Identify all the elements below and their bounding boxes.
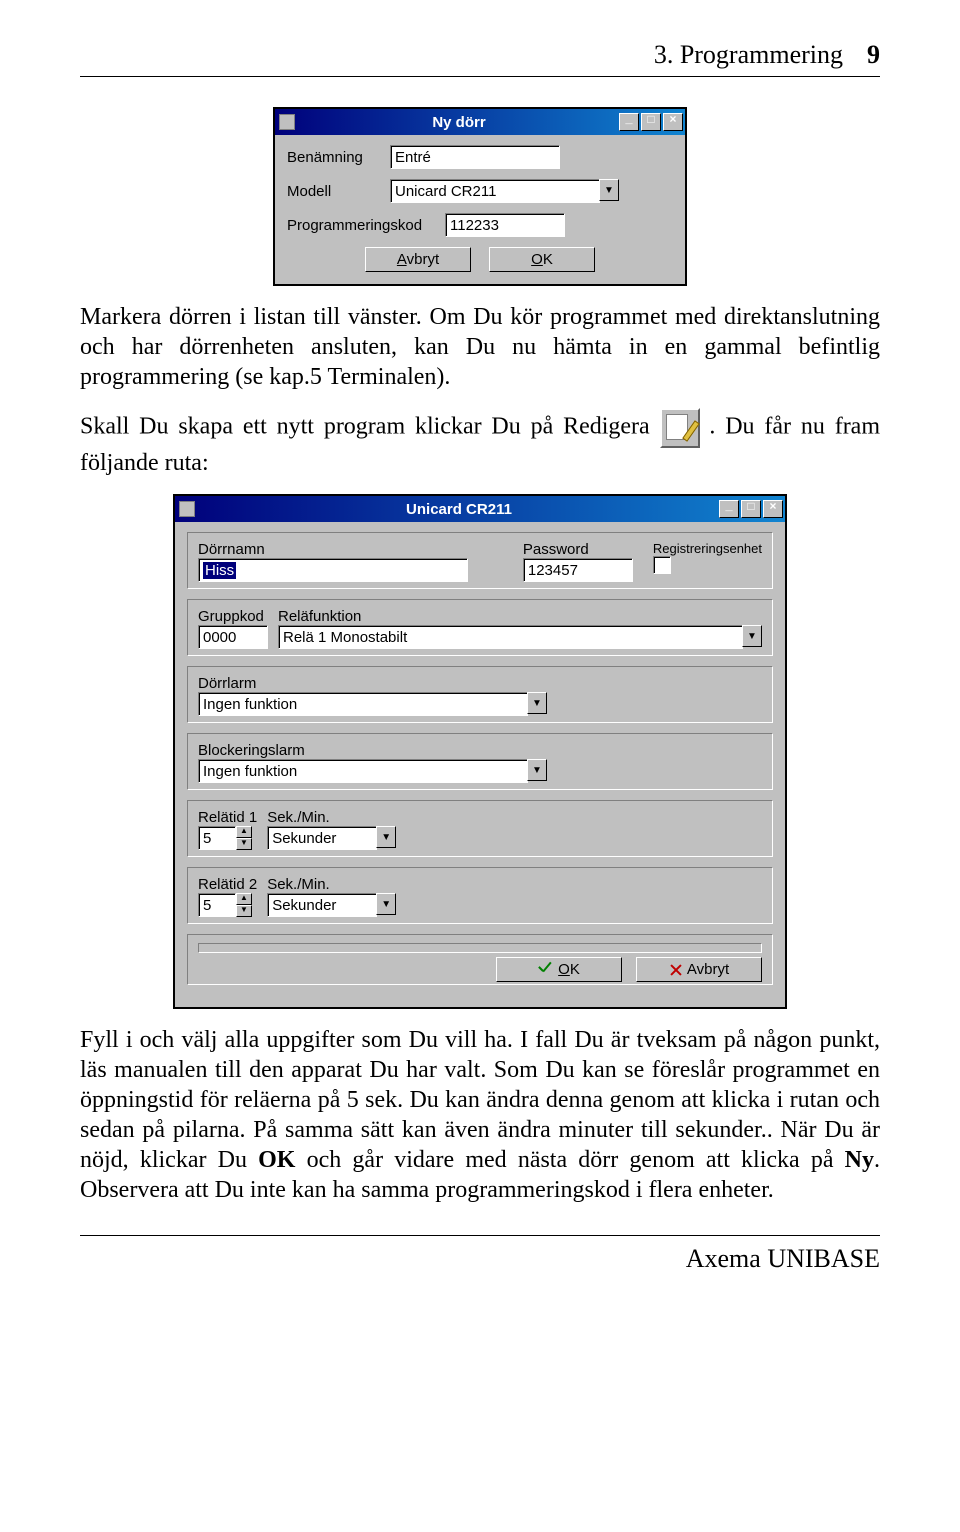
- select-sekmin1[interactable]: Sekunder: [267, 826, 377, 850]
- chevron-down-icon[interactable]: ▼: [742, 625, 762, 647]
- checkbox-regenhet[interactable]: [653, 556, 671, 574]
- cancel-button[interactable]: Avbryt: [636, 957, 762, 982]
- window-icon: [279, 114, 295, 130]
- page-header-title: 3. Programmering: [654, 40, 843, 70]
- select-blockeringslarm[interactable]: Ingen funktion: [198, 759, 528, 783]
- input-relatid1[interactable]: 5: [198, 826, 236, 850]
- spin-up-icon[interactable]: ▲: [236, 826, 252, 838]
- label-gruppkod: Gruppkod: [198, 608, 268, 625]
- label-blockeringslarm: Blockeringslarm: [198, 742, 762, 759]
- maximize-button[interactable]: □: [741, 500, 761, 518]
- label-relafunktion: Reläfunktion: [278, 608, 762, 625]
- footer-text: Axema UNIBASE: [80, 1244, 880, 1274]
- select-modell[interactable]: Unicard CR211: [390, 179, 600, 203]
- select-relafunktion[interactable]: Relä 1 Monostabilt: [278, 625, 743, 649]
- minimize-button[interactable]: _: [619, 113, 639, 131]
- window-icon: [179, 501, 195, 517]
- input-relatid2[interactable]: 5: [198, 893, 236, 917]
- input-dorrnamn[interactable]: Hiss: [198, 558, 468, 582]
- edit-icon: [660, 408, 700, 448]
- cancel-button[interactable]: Avbryt: [365, 247, 471, 272]
- label-dorrnamn: Dörrnamn: [198, 541, 503, 558]
- titlebar-text: Unicard CR211: [199, 501, 719, 518]
- spin-down-icon[interactable]: ▼: [236, 905, 252, 917]
- label-relatid1: Relätid 1: [198, 809, 257, 826]
- minimize-button[interactable]: _: [719, 500, 739, 518]
- chevron-down-icon[interactable]: ▼: [527, 692, 547, 714]
- spin-down-icon[interactable]: ▼: [236, 838, 252, 850]
- label-modell: Modell: [287, 183, 382, 200]
- ok-button[interactable]: OK: [489, 247, 595, 272]
- select-sekmin2[interactable]: Sekunder: [267, 893, 377, 917]
- label-dorrlarm: Dörrlarm: [198, 675, 762, 692]
- label-regenhet: Registreringsenhet: [653, 541, 762, 556]
- dialog-unicard: Unicard CR211 _ □ × Dörrnamn Hiss: [173, 494, 787, 1009]
- paragraph-2: Skall Du skapa ett nytt program klickar …: [80, 408, 880, 478]
- label-sekmin1: Sek./Min.: [267, 809, 396, 826]
- input-gruppkod[interactable]: 0000: [198, 625, 268, 649]
- select-dorrlarm[interactable]: Ingen funktion: [198, 692, 528, 716]
- check-icon: [538, 964, 554, 976]
- ok-button[interactable]: OK: [496, 957, 622, 982]
- input-password[interactable]: 123457: [523, 558, 633, 582]
- label-progkod: Programmeringskod: [287, 217, 437, 234]
- chevron-down-icon[interactable]: ▼: [527, 759, 547, 781]
- header-rule: [80, 76, 880, 77]
- page-header-number: 9: [867, 40, 880, 70]
- input-progkod[interactable]: 112233: [445, 213, 565, 237]
- label-sekmin2: Sek./Min.: [267, 876, 396, 893]
- spin-up-icon[interactable]: ▲: [236, 893, 252, 905]
- input-benamning[interactable]: Entré: [390, 145, 560, 169]
- maximize-button[interactable]: □: [641, 113, 661, 131]
- footer-rule: [80, 1235, 880, 1236]
- paragraph-3: Fyll i och välj alla uppgifter som Du vi…: [80, 1025, 880, 1205]
- chevron-down-icon[interactable]: ▼: [599, 179, 619, 201]
- label-benamning: Benämning: [287, 149, 382, 166]
- chevron-down-icon[interactable]: ▼: [376, 826, 396, 848]
- chevron-down-icon[interactable]: ▼: [376, 893, 396, 915]
- paragraph-1: Markera dörren i listan till vänster. Om…: [80, 302, 880, 392]
- close-button[interactable]: ×: [663, 113, 683, 131]
- label-password: Password: [523, 541, 633, 558]
- close-button[interactable]: ×: [763, 500, 783, 518]
- x-icon: [669, 963, 683, 977]
- label-relatid2: Relätid 2: [198, 876, 257, 893]
- titlebar-text: Ny dörr: [299, 114, 619, 131]
- dialog-ny-dorr: Ny dörr _ □ × Benämning Entré Modell Uni…: [273, 107, 687, 286]
